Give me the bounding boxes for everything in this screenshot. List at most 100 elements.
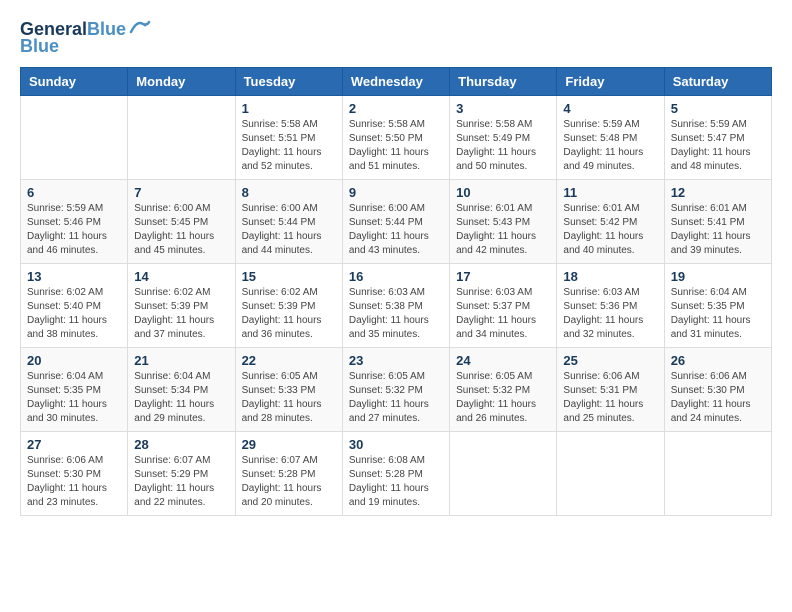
calendar-cell: 13Sunrise: 6:02 AM Sunset: 5:40 PM Dayli… bbox=[21, 263, 128, 347]
page-header: GeneralBlue Blue bbox=[20, 20, 772, 57]
day-info: Sunrise: 6:04 AM Sunset: 5:35 PM Dayligh… bbox=[671, 286, 765, 342]
calendar-cell: 10 Sunrise: 6:01 AM Sunset: 5:43 PM Dayli… bbox=[450, 179, 557, 263]
day-number: 14 bbox=[134, 269, 228, 284]
day-number: 12 bbox=[671, 185, 765, 200]
calendar-cell bbox=[557, 431, 664, 515]
day-info: Sunrise: 6:07 AM Sunset: 5:29 PM Dayligh… bbox=[134, 454, 228, 510]
day-info: Sunrise: 6:05 AM Sunset: 5:32 PM Dayligh… bbox=[349, 370, 443, 426]
day-header-sunday: Sunday bbox=[21, 67, 128, 95]
day-info: Sunrise: 6:04 AM Sunset: 5:34 PM Dayligh… bbox=[134, 370, 228, 426]
calendar-cell: 14 Sunrise: 6:02 AM Sunset: 5:39 PM Dayli… bbox=[128, 263, 235, 347]
calendar-cell: 23 Sunrise: 6:05 AM Sunset: 5:32 PM Dayli… bbox=[342, 347, 449, 431]
day-header-friday: Friday bbox=[557, 67, 664, 95]
day-number: 29 bbox=[242, 437, 336, 452]
day-number: 6 bbox=[27, 185, 121, 200]
day-number: 20 bbox=[27, 353, 121, 368]
day-info: Sunrise: 6:00 AM Sunset: 5:44 PM Dayligh… bbox=[242, 202, 336, 258]
calendar-cell: 16 Sunrise: 6:03 AM Sunset: 5:38 PM Dayli… bbox=[342, 263, 449, 347]
day-number: 1 bbox=[242, 101, 336, 116]
day-info: Sunrise: 6:06 AM Sunset: 5:31 PM Dayligh… bbox=[563, 370, 657, 426]
day-header-thursday: Thursday bbox=[450, 67, 557, 95]
day-info: Sunrise: 5:59 AM Sunset: 5:46 PM Dayligh… bbox=[27, 202, 121, 258]
day-info: Sunrise: 5:58 AM Sunset: 5:51 PM Dayligh… bbox=[242, 118, 336, 174]
day-info: Sunrise: 6:03 AM Sunset: 5:36 PM Dayligh… bbox=[563, 286, 657, 342]
day-number: 3 bbox=[456, 101, 550, 116]
day-info: Sunrise: 6:05 AM Sunset: 5:32 PM Dayligh… bbox=[456, 370, 550, 426]
day-info: Sunrise: 6:00 AM Sunset: 5:45 PM Dayligh… bbox=[134, 202, 228, 258]
calendar-cell: 28 Sunrise: 6:07 AM Sunset: 5:29 PM Dayli… bbox=[128, 431, 235, 515]
day-info: Sunrise: 6:03 AM Sunset: 5:38 PM Dayligh… bbox=[349, 286, 443, 342]
day-info: Sunrise: 6:01 AM Sunset: 5:42 PM Dayligh… bbox=[563, 202, 657, 258]
day-header-saturday: Saturday bbox=[664, 67, 771, 95]
calendar-week-row: 6 Sunrise: 5:59 AM Sunset: 5:46 PM Daylig… bbox=[21, 179, 772, 263]
day-info: Sunrise: 6:01 AM Sunset: 5:43 PM Dayligh… bbox=[456, 202, 550, 258]
calendar-cell bbox=[664, 431, 771, 515]
calendar-cell: 4 Sunrise: 5:59 AM Sunset: 5:48 PM Daylig… bbox=[557, 95, 664, 179]
day-info: Sunrise: 5:59 AM Sunset: 5:47 PM Dayligh… bbox=[671, 118, 765, 174]
calendar-cell: 15 Sunrise: 6:02 AM Sunset: 5:39 PM Dayli… bbox=[235, 263, 342, 347]
calendar-cell: 29 Sunrise: 6:07 AM Sunset: 5:28 PM Dayli… bbox=[235, 431, 342, 515]
day-info: Sunrise: 6:06 AM Sunset: 5:30 PM Dayligh… bbox=[671, 370, 765, 426]
calendar-cell: 9 Sunrise: 6:00 AM Sunset: 5:44 PM Daylig… bbox=[342, 179, 449, 263]
calendar-cell bbox=[128, 95, 235, 179]
day-number: 25 bbox=[563, 353, 657, 368]
day-number: 21 bbox=[134, 353, 228, 368]
calendar-table: SundayMondayTuesdayWednesdayThursdayFrid… bbox=[20, 67, 772, 516]
day-info: Sunrise: 6:02 AM Sunset: 5:39 PM Dayligh… bbox=[242, 286, 336, 342]
day-header-monday: Monday bbox=[128, 67, 235, 95]
day-info: Sunrise: 6:02 AM Sunset: 5:39 PM Dayligh… bbox=[134, 286, 228, 342]
calendar-cell: 25 Sunrise: 6:06 AM Sunset: 5:31 PM Dayli… bbox=[557, 347, 664, 431]
day-info: Sunrise: 6:07 AM Sunset: 5:28 PM Dayligh… bbox=[242, 454, 336, 510]
day-number: 24 bbox=[456, 353, 550, 368]
day-number: 23 bbox=[349, 353, 443, 368]
calendar-cell: 2Sunrise: 5:58 AM Sunset: 5:50 PM Daylig… bbox=[342, 95, 449, 179]
calendar-cell: 21 Sunrise: 6:04 AM Sunset: 5:34 PM Dayli… bbox=[128, 347, 235, 431]
day-header-tuesday: Tuesday bbox=[235, 67, 342, 95]
calendar-header-row: SundayMondayTuesdayWednesdayThursdayFrid… bbox=[21, 67, 772, 95]
calendar-cell: 6 Sunrise: 5:59 AM Sunset: 5:46 PM Daylig… bbox=[21, 179, 128, 263]
calendar-cell: 19Sunrise: 6:04 AM Sunset: 5:35 PM Dayli… bbox=[664, 263, 771, 347]
calendar-week-row: 20 Sunrise: 6:04 AM Sunset: 5:35 PM Dayli… bbox=[21, 347, 772, 431]
day-number: 4 bbox=[563, 101, 657, 116]
day-number: 9 bbox=[349, 185, 443, 200]
calendar-cell: 22Sunrise: 6:05 AM Sunset: 5:33 PM Dayli… bbox=[235, 347, 342, 431]
day-info: Sunrise: 6:08 AM Sunset: 5:28 PM Dayligh… bbox=[349, 454, 443, 510]
day-info: Sunrise: 6:06 AM Sunset: 5:30 PM Dayligh… bbox=[27, 454, 121, 510]
calendar-cell: 8 Sunrise: 6:00 AM Sunset: 5:44 PM Daylig… bbox=[235, 179, 342, 263]
calendar-cell: 26 Sunrise: 6:06 AM Sunset: 5:30 PM Dayli… bbox=[664, 347, 771, 431]
day-number: 28 bbox=[134, 437, 228, 452]
day-number: 18 bbox=[563, 269, 657, 284]
logo-bird-icon bbox=[129, 18, 151, 34]
day-info: Sunrise: 6:04 AM Sunset: 5:35 PM Dayligh… bbox=[27, 370, 121, 426]
calendar-week-row: 27 Sunrise: 6:06 AM Sunset: 5:30 PM Dayli… bbox=[21, 431, 772, 515]
day-info: Sunrise: 5:58 AM Sunset: 5:49 PM Dayligh… bbox=[456, 118, 550, 174]
calendar-cell: 1 Sunrise: 5:58 AM Sunset: 5:51 PM Daylig… bbox=[235, 95, 342, 179]
calendar-cell: 18 Sunrise: 6:03 AM Sunset: 5:36 PM Dayli… bbox=[557, 263, 664, 347]
day-info: Sunrise: 6:00 AM Sunset: 5:44 PM Dayligh… bbox=[349, 202, 443, 258]
day-number: 10 bbox=[456, 185, 550, 200]
calendar-cell: 3 Sunrise: 5:58 AM Sunset: 5:49 PM Daylig… bbox=[450, 95, 557, 179]
calendar-cell: 17Sunrise: 6:03 AM Sunset: 5:37 PM Dayli… bbox=[450, 263, 557, 347]
calendar-cell: 5 Sunrise: 5:59 AM Sunset: 5:47 PM Daylig… bbox=[664, 95, 771, 179]
day-info: Sunrise: 6:05 AM Sunset: 5:33 PM Dayligh… bbox=[242, 370, 336, 426]
calendar-cell: 27 Sunrise: 6:06 AM Sunset: 5:30 PM Dayli… bbox=[21, 431, 128, 515]
day-number: 8 bbox=[242, 185, 336, 200]
day-number: 11 bbox=[563, 185, 657, 200]
calendar-cell bbox=[21, 95, 128, 179]
calendar-cell: 20 Sunrise: 6:04 AM Sunset: 5:35 PM Dayli… bbox=[21, 347, 128, 431]
day-number: 17 bbox=[456, 269, 550, 284]
day-number: 27 bbox=[27, 437, 121, 452]
day-number: 26 bbox=[671, 353, 765, 368]
calendar-cell: 24 Sunrise: 6:05 AM Sunset: 5:32 PM Dayli… bbox=[450, 347, 557, 431]
calendar-cell: 7Sunrise: 6:00 AM Sunset: 5:45 PM Daylig… bbox=[128, 179, 235, 263]
day-info: Sunrise: 6:01 AM Sunset: 5:41 PM Dayligh… bbox=[671, 202, 765, 258]
day-number: 16 bbox=[349, 269, 443, 284]
calendar-cell: 11 Sunrise: 6:01 AM Sunset: 5:42 PM Dayli… bbox=[557, 179, 664, 263]
day-number: 15 bbox=[242, 269, 336, 284]
day-header-wednesday: Wednesday bbox=[342, 67, 449, 95]
day-info: Sunrise: 6:02 AM Sunset: 5:40 PM Dayligh… bbox=[27, 286, 121, 342]
day-info: Sunrise: 5:59 AM Sunset: 5:48 PM Dayligh… bbox=[563, 118, 657, 174]
calendar-week-row: 1 Sunrise: 5:58 AM Sunset: 5:51 PM Daylig… bbox=[21, 95, 772, 179]
day-number: 5 bbox=[671, 101, 765, 116]
logo-blue: Blue bbox=[20, 36, 59, 57]
